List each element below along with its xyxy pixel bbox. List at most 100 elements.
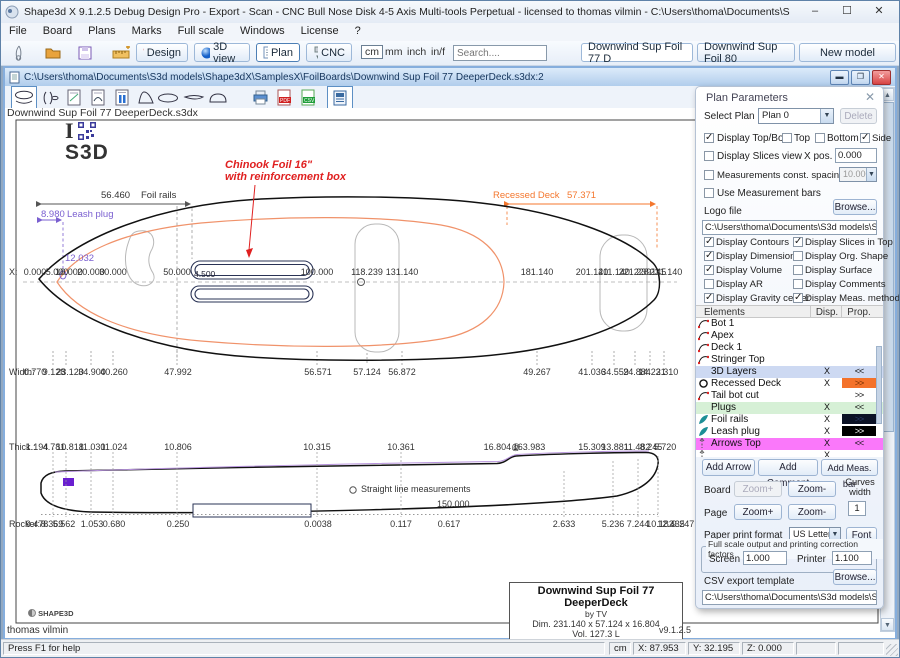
new-model-button[interactable]: New model <box>799 43 896 62</box>
profile-shape-icon[interactable] <box>181 86 207 109</box>
xpos-input[interactable]: 0.000 <box>835 148 877 163</box>
element-row-3d-layers[interactable]: 3D LayersX<< <box>696 366 883 378</box>
csv-export-icon[interactable]: CSV <box>295 86 321 109</box>
element-row-apex[interactable]: Apex <box>696 330 883 342</box>
element-properties-toggle[interactable]: << <box>842 366 876 376</box>
display-dimensions-checkbox[interactable] <box>704 251 714 261</box>
board-outline-view-icon[interactable] <box>11 86 37 109</box>
logo-path-field[interactable]: C:\Users\thoma\Documents\S3d models\Shap… <box>702 220 877 235</box>
csv-path-field[interactable]: C:\Users\thoma\Documents\S3d models\Shap… <box>702 590 877 605</box>
logo-browse-button[interactable]: Browse... <box>833 199 877 215</box>
doc-close-button[interactable]: ✕ <box>872 70 891 85</box>
element-properties-toggle[interactable]: << <box>842 402 876 412</box>
board-zoom-plus-button[interactable]: Zoom+ <box>734 481 782 497</box>
measurement-sheet-icon[interactable] <box>109 86 135 109</box>
element-display-flag[interactable]: X <box>812 426 842 436</box>
meas-spacing-dropdown[interactable]: 10.000▼ <box>839 167 877 182</box>
display-gravity-center-checkbox[interactable] <box>704 293 714 303</box>
element-properties-toggle[interactable]: >> <box>842 426 876 436</box>
doc-minimize-button[interactable]: ▬ <box>830 70 849 85</box>
unit-cm[interactable]: cm <box>361 45 383 59</box>
display-contours-checkbox[interactable] <box>704 237 714 247</box>
menu-windows[interactable]: Windows <box>232 23 293 41</box>
element-properties-toggle[interactable]: >> <box>842 414 876 424</box>
slices-view-icon[interactable] <box>37 86 63 109</box>
tab-downwind-sup-foil-77[interactable]: Downwind Sup Foil 77 D <box>581 43 693 62</box>
display-slices-checkbox[interactable] <box>704 151 714 161</box>
display-slices-in-top-checkbox[interactable] <box>793 237 803 247</box>
display-surface-checkbox[interactable] <box>793 265 803 275</box>
element-display-flag[interactable]: X <box>812 378 842 388</box>
element-row-stringer-top[interactable]: Stringer Top <box>696 354 883 366</box>
display-org-shape-checkbox[interactable] <box>793 251 803 261</box>
maximize-button[interactable]: ☐ <box>831 3 863 21</box>
page-zoom-plus-button[interactable]: Zoom+ <box>734 504 782 520</box>
design-view-button[interactable]: Design <box>136 43 188 62</box>
element-row-foil-rails[interactable]: Foil railsX>> <box>696 414 883 426</box>
element-display-flag[interactable]: X <box>812 402 842 412</box>
meas-bars-checkbox[interactable] <box>704 188 714 198</box>
board-zoom-minus-button[interactable]: Zoom- <box>788 481 836 497</box>
delete-plan-button[interactable]: Delete <box>840 108 877 124</box>
outline-shape-icon[interactable] <box>155 86 181 109</box>
resize-grip[interactable] <box>886 644 898 656</box>
spec-sheet-icon[interactable] <box>61 86 87 109</box>
scale-ruler-icon[interactable] <box>111 43 131 62</box>
element-row-bot-1[interactable]: Bot 1 <box>696 318 883 330</box>
menu-help[interactable]: ? <box>347 23 369 41</box>
tab-downwind-sup-foil-80[interactable]: Downwind Sup Foil 80 <box>697 43 795 62</box>
menu-license[interactable]: License <box>293 23 347 41</box>
element-row-recessed-deck[interactable]: Recessed DeckX>> <box>696 378 883 390</box>
meas-spacing-checkbox[interactable] <box>704 170 714 180</box>
element-properties-toggle[interactable]: >> <box>842 390 876 400</box>
element-properties-toggle[interactable]: << <box>842 438 876 448</box>
cnc-view-button[interactable]: CNC <box>306 43 352 62</box>
scroll-down-icon[interactable]: ▼ <box>881 618 894 631</box>
add-arrow-button[interactable]: Add Arrow <box>702 459 755 476</box>
elements-scrollbar[interactable] <box>876 346 882 424</box>
element-row-deck-1[interactable]: Deck 1 <box>696 342 883 354</box>
minimize-button[interactable]: – <box>799 3 831 21</box>
unit-inch[interactable]: inch <box>407 46 426 58</box>
element-display-flag[interactable]: X <box>812 366 842 376</box>
doc-restore-button[interactable]: ❐ <box>851 70 870 85</box>
csv-browse-button[interactable]: Browse... <box>833 569 877 585</box>
bottom-checkbox[interactable] <box>815 133 825 143</box>
board-sheet-icon[interactable] <box>327 86 353 109</box>
display-volume-checkbox[interactable] <box>704 265 714 275</box>
printer-factor-input[interactable]: 1.100 <box>832 551 872 565</box>
element-row-tail-bot-cut[interactable]: Tail bot cut>> <box>696 390 883 402</box>
unit-inf[interactable]: in/f <box>431 46 445 58</box>
save-icon[interactable] <box>75 43 95 62</box>
curves-width-input[interactable]: 1 <box>848 501 866 516</box>
top-checkbox[interactable] <box>782 133 792 143</box>
menu-marks[interactable]: Marks <box>124 23 170 41</box>
display-ar-checkbox[interactable] <box>704 279 714 289</box>
element-display-flag[interactable]: X <box>812 450 842 457</box>
screen-factor-input[interactable]: 1.000 <box>743 551 787 565</box>
element-display-flag[interactable]: X <box>812 414 842 424</box>
menu-board[interactable]: Board <box>35 23 80 41</box>
menu-file[interactable]: File <box>1 23 35 41</box>
unit-mm[interactable]: mm <box>385 46 403 58</box>
close-button[interactable]: ✕ <box>863 3 895 21</box>
display-comments-checkbox[interactable] <box>793 279 803 289</box>
element-row-arrows-top[interactable]: Arrows TopX<< <box>696 438 883 450</box>
slice-sheet-icon[interactable] <box>85 86 111 109</box>
plan-view-button[interactable]: Plan <box>256 43 300 62</box>
open-folder-icon[interactable] <box>43 43 63 62</box>
new-file-icon[interactable] <box>9 43 29 62</box>
search-input[interactable] <box>453 45 547 61</box>
page-zoom-minus-button[interactable]: Zoom- <box>788 504 836 520</box>
element-row-leash-plug[interactable]: Leash plugX>> <box>696 426 883 438</box>
menu-full-scale[interactable]: Full scale <box>170 23 232 41</box>
display-topbot-checkbox[interactable] <box>704 133 714 143</box>
select-plan-dropdown[interactable]: Plan 0▼ <box>758 108 834 124</box>
3d-view-button[interactable]: 3D view <box>194 43 250 62</box>
add-comment-button[interactable]: Add Comment <box>758 459 818 476</box>
add-meas-bar-button[interactable]: Add Meas. bar <box>821 459 878 476</box>
element-properties-toggle[interactable]: >> <box>842 378 876 388</box>
chevron-down-icon[interactable]: ▼ <box>866 168 876 181</box>
print-icon[interactable] <box>247 86 273 109</box>
element-display-flag[interactable]: X <box>812 438 842 448</box>
